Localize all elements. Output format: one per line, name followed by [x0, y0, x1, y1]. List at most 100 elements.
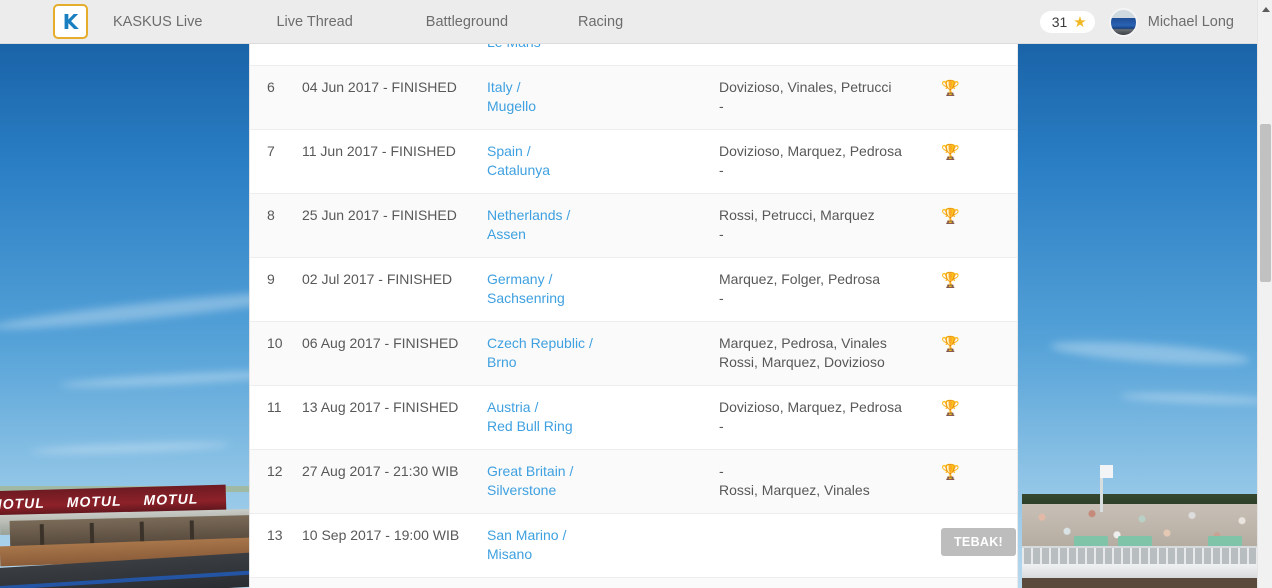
nav-item-live-thread[interactable]: Live Thread	[276, 14, 352, 30]
venue-circuit-link[interactable]: Assen	[487, 225, 719, 244]
table-row: 11 13 Aug 2017 - FINISHED Austria / Red Bul…	[250, 386, 1017, 450]
table-row: 7 11 Jun 2017 - FINISHED Spain / Catalunya D…	[250, 130, 1017, 194]
race-schedule-table: 521 May 2017 - FINISHEDFrance /Le MansVi…	[250, 44, 1017, 588]
user-prediction: Rossi, Marquez, Vinales	[719, 482, 870, 498]
star-icon: ★	[1073, 13, 1087, 31]
points-badge[interactable]: 31 ★	[1039, 11, 1095, 33]
race-number: 7	[267, 143, 275, 159]
venue-circuit-link[interactable]: Sachsenring	[487, 289, 719, 308]
points-value: 31	[1051, 14, 1068, 30]
chevron-up-glyph	[1261, 7, 1270, 12]
trophy-icon[interactable]: 🏆	[941, 208, 960, 225]
catch-fence	[1022, 546, 1272, 566]
race-results: Dovizioso, Marquez, Pedrosa -	[719, 398, 941, 436]
race-action-cell: 🏆	[941, 462, 1017, 481]
race-venue: France /Le Mans	[487, 44, 719, 52]
race-results: Marquez, Pedrosa, Vinales Rossi, Marquez,…	[719, 334, 941, 372]
avatar[interactable]	[1108, 7, 1138, 37]
table-row: 1424 Sep 2017 - 19:00 WIBAragon /MotorLa…	[250, 578, 1017, 588]
user-prediction: -	[719, 226, 724, 242]
username-label[interactable]: Michael Long	[1148, 14, 1234, 30]
trophy-icon[interactable]: 🏆	[941, 80, 960, 97]
venue-country-link[interactable]: Germany /	[487, 270, 719, 289]
venue-circuit-link[interactable]: Red Bull Ring	[487, 417, 719, 436]
venue-circuit-link[interactable]: Le Mans	[487, 44, 719, 52]
nav-item-racing[interactable]: Racing	[578, 14, 623, 30]
table-row: 10 06 Aug 2017 - FINISHED Czech Republic /…	[250, 322, 1017, 386]
race-date-status: 13 Aug 2017 - FINISHED	[302, 399, 459, 415]
trophy-icon[interactable]: 🏆	[941, 144, 960, 161]
actual-result: Dovizioso, Marquez, Pedrosa	[719, 143, 902, 159]
race-venue: Germany / Sachsenring	[487, 270, 719, 308]
trophy-icon[interactable]: 🏆	[941, 400, 960, 417]
venue-circuit-link[interactable]: Brno	[487, 353, 719, 372]
user-prediction: -	[719, 290, 724, 306]
scroll-up-arrow-icon[interactable]	[1258, 2, 1272, 17]
actual-result: Dovizioso, Marquez, Pedrosa	[719, 399, 902, 415]
top-navigation-bar: K KASKUS Live Live Thread Battleground R…	[0, 0, 1272, 44]
venue-country-link[interactable]: San Marino /	[487, 526, 719, 545]
race-action-cell: 🏆	[941, 142, 1017, 161]
venue-circuit-link[interactable]: Mugello	[487, 97, 719, 116]
race-number: 10	[267, 335, 283, 351]
right-grandstand-photo	[1022, 44, 1272, 588]
race-action-cell: 🏆	[941, 334, 1017, 353]
actual-result: -	[719, 463, 724, 479]
race-action-cell: TEBAK!	[941, 526, 1017, 556]
race-number: 8	[267, 207, 275, 223]
race-number: 6	[267, 79, 275, 95]
venue-circuit-link[interactable]: Misano	[487, 545, 719, 564]
venue-country-link[interactable]: Spain /	[487, 142, 719, 161]
left-circuit-photo: MOTUL MOTUL MOTUL	[0, 44, 250, 588]
race-venue: Great Britain / Silverstone	[487, 462, 719, 500]
race-results: Marquez, Folger, Pedrosa -	[719, 270, 941, 308]
race-number: 13	[267, 527, 283, 543]
venue-country-link[interactable]: Italy /	[487, 78, 719, 97]
venue-circuit-link[interactable]: Silverstone	[487, 481, 719, 500]
table-row: 521 May 2017 - FINISHEDFrance /Le MansVi…	[250, 44, 1017, 66]
trophy-icon[interactable]: 🏆	[941, 464, 960, 481]
race-venue: Austria / Red Bull Ring	[487, 398, 719, 436]
nav-item-battleground[interactable]: Battleground	[426, 14, 508, 30]
race-number: 12	[267, 463, 283, 479]
race-venue: Spain / Catalunya	[487, 142, 719, 180]
race-results: Dovizioso, Vinales, Petrucci -	[719, 78, 941, 116]
race-action-cell: 🏆	[941, 270, 1017, 289]
venue-country-link[interactable]: Netherlands /	[487, 206, 719, 225]
race-action-cell: 🏆	[941, 398, 1017, 417]
motul-banner-text: MOTUL	[66, 492, 122, 511]
table-row: 9 02 Jul 2017 - FINISHED Germany / Sachsenr…	[250, 258, 1017, 322]
scrollbar-thumb[interactable]	[1260, 124, 1271, 282]
motul-banner-text: MOTUL	[143, 490, 199, 508]
motul-banner-text: MOTUL	[0, 494, 46, 513]
race-date-status: 25 Jun 2017 - FINISHED	[302, 207, 457, 223]
race-results: Rossi, Petrucci, Marquez -	[719, 206, 941, 244]
race-results	[719, 526, 941, 564]
table-row: 13 10 Sep 2017 - 19:00 WIB San Marino / Mis…	[250, 514, 1017, 578]
venue-country-link[interactable]: Great Britain /	[487, 462, 719, 481]
track-surface	[1022, 578, 1272, 588]
race-venue: Netherlands / Assen	[487, 206, 719, 244]
race-number: 11	[267, 399, 282, 415]
race-results: Vinales, Zarco, Pedrosa-	[719, 44, 941, 52]
race-results: - Rossi, Marquez, Vinales	[719, 462, 941, 500]
venue-country-link[interactable]: Czech Republic /	[487, 334, 719, 353]
venue-circuit-link[interactable]: Catalunya	[487, 161, 719, 180]
actual-result: Dovizioso, Vinales, Petrucci	[719, 79, 892, 95]
user-prediction: -	[719, 98, 724, 114]
tebak-button[interactable]: TEBAK!	[941, 528, 1017, 556]
trophy-icon[interactable]: 🏆	[941, 336, 960, 353]
trophy-icon[interactable]: 🏆	[941, 272, 960, 289]
page-scrollbar[interactable]	[1257, 0, 1272, 588]
nav-item-kaskus-live[interactable]: KASKUS Live	[113, 14, 202, 30]
race-action-cell: 🏆	[941, 78, 1017, 97]
race-venue: San Marino / Misano	[487, 526, 719, 564]
kaskus-logo-icon[interactable]: K	[53, 4, 88, 39]
venue-country-link[interactable]: Austria /	[487, 398, 719, 417]
actual-result: Marquez, Pedrosa, Vinales	[719, 335, 887, 351]
race-action-cell: 🏆	[941, 206, 1017, 225]
user-prediction: Rossi, Marquez, Dovizioso	[719, 354, 885, 370]
white-flag	[1100, 465, 1113, 478]
table-row: 12 27 Aug 2017 - 21:30 WIB Great Britain /…	[250, 450, 1017, 514]
table-row: 6 04 Jun 2017 - FINISHED Italy / Mugello Dov…	[250, 66, 1017, 130]
